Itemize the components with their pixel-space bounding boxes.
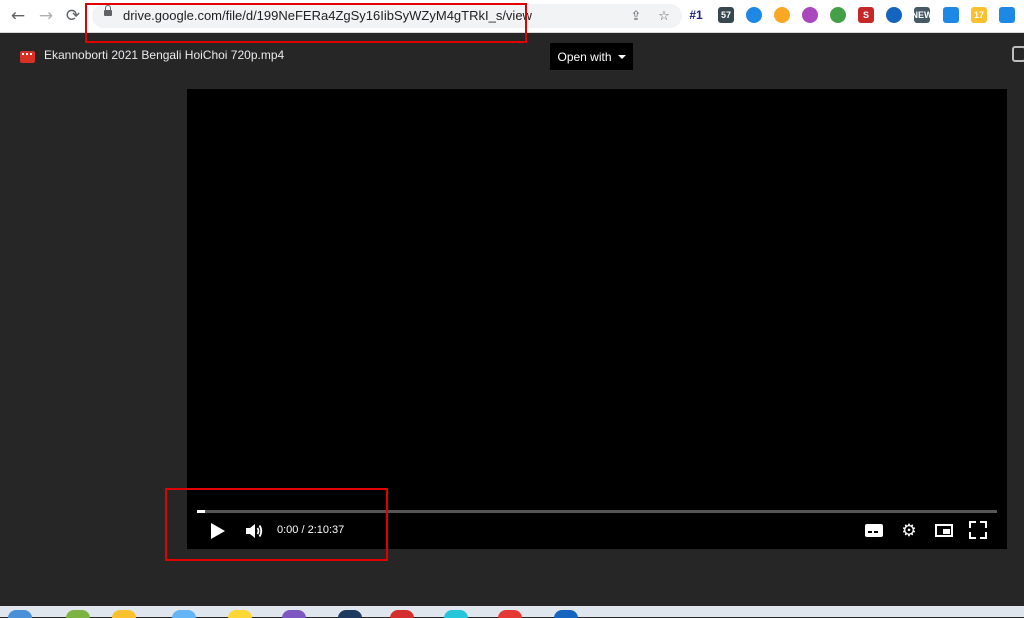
browser-toolbar: ← → ⟳ drive.google.com/file/d/199NeFERa4… — [0, 0, 1024, 33]
play-button[interactable] — [207, 519, 229, 543]
captions-icon[interactable] — [864, 522, 884, 538]
progress-bar[interactable] — [197, 510, 997, 513]
lock-icon[interactable] — [104, 5, 112, 16]
extension-icon[interactable] — [802, 7, 818, 23]
extension-icon[interactable]: S — [858, 7, 874, 23]
extension-icon[interactable] — [886, 7, 902, 23]
reload-icon[interactable]: ⟳ — [62, 5, 84, 27]
caret-down-icon — [617, 54, 626, 59]
volume-icon[interactable] — [243, 521, 265, 541]
video-file-icon — [20, 51, 35, 63]
miniplayer-icon[interactable] — [933, 522, 955, 538]
bookmark-star-icon[interactable]: ☆ — [654, 6, 674, 26]
extension-icon[interactable] — [999, 7, 1015, 23]
open-with-button[interactable]: Open with — [550, 43, 633, 70]
url-text[interactable]: drive.google.com/file/d/199NeFERa4ZgSy16… — [123, 8, 532, 23]
progress-bar-fill — [197, 510, 205, 513]
extension-icon[interactable]: #1 — [688, 7, 704, 23]
share-icon[interactable]: ⇪ — [626, 6, 646, 26]
extension-icon[interactable]: 57 — [718, 7, 734, 23]
extension-icon[interactable] — [774, 7, 790, 23]
extension-icon[interactable]: 17 — [971, 7, 987, 23]
settings-gear-icon[interactable]: ⚙ — [899, 521, 919, 541]
extension-icon[interactable] — [943, 7, 959, 23]
fullscreen-icon[interactable] — [969, 521, 987, 539]
back-arrow-icon[interactable]: ← — [7, 5, 29, 27]
address-bar[interactable]: drive.google.com/file/d/199NeFERa4ZgSy16… — [92, 4, 682, 28]
video-player[interactable]: 0:00 / 2:10:37 ⚙ — [187, 89, 1007, 549]
print-icon[interactable] — [1012, 46, 1024, 62]
time-display: 0:00 / 2:10:37 — [277, 524, 345, 536]
extension-icon[interactable] — [830, 7, 846, 23]
forward-arrow-icon[interactable]: → — [35, 5, 57, 27]
extension-icon[interactable]: NEW — [914, 7, 930, 23]
open-with-label: Open with — [557, 49, 612, 64]
extension-icon[interactable] — [746, 7, 762, 23]
file-title: Ekannoborti 2021 Bengali HoiChoi 720p.mp… — [44, 48, 285, 62]
